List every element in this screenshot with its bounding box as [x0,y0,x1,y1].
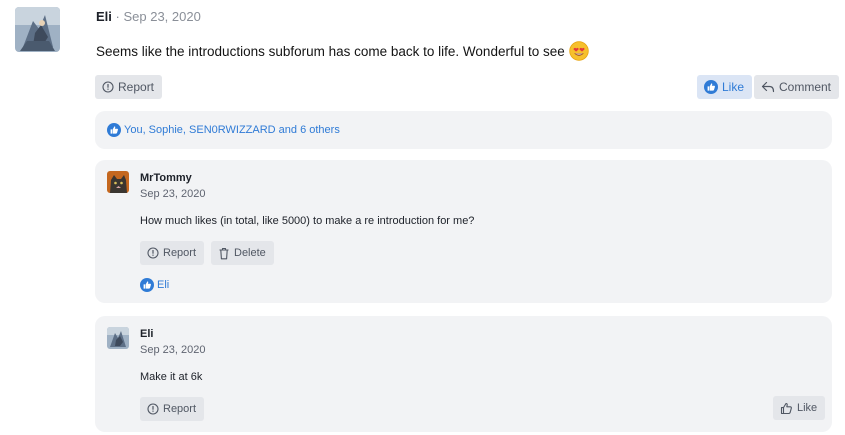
reply-liked-by[interactable]: Eli [157,279,169,291]
like-button[interactable]: Like [697,75,753,99]
report-button[interactable]: Report [95,75,163,99]
meta-separator: · [111,9,124,24]
delete-label: Delete [234,247,266,259]
alert-circle-icon [147,403,159,415]
trash-icon [219,247,229,259]
thumbs-up-outline-icon [780,402,792,414]
reactions-summary[interactable]: You, Sophie, SEN0RWIZZARD and 6 others [95,111,832,149]
reply-report-button[interactable]: Report [140,397,205,421]
reply-text: Make it at 6k [140,371,203,383]
like-label: Like [722,80,745,94]
reply-avatar[interactable] [107,327,129,349]
post-date[interactable]: Sep 23, 2020 [123,9,200,24]
reply-author-name[interactable]: MrTommy [140,172,192,184]
post-body: Seems like the introductions subforum ha… [96,41,589,61]
reply-text: How much likes (in total, like 5000) to … [140,215,475,227]
reply-author-name[interactable]: Eli [140,328,153,340]
reply-avatar[interactable] [107,171,129,193]
reply-report-button[interactable]: Report [140,241,205,265]
reply-card: Eli Sep 23, 2020 Make it at 6k Report Li… [95,316,832,432]
author-name[interactable]: Eli [96,9,112,24]
post-meta: Eli · Sep 23, 2020 [96,9,201,24]
reply-delete-button[interactable]: Delete [211,241,274,265]
report-label: Report [163,247,197,259]
author-avatar[interactable] [15,7,60,52]
reply-reactions[interactable]: Eli [140,278,169,292]
comment-label: Comment [779,80,832,94]
reactions-list[interactable]: You, Sophie, SEN0RWIZZARD and 6 others [124,124,340,136]
comment-button[interactable]: Comment [754,75,840,99]
like-label: Like [797,402,818,414]
thumbs-up-icon [107,123,121,137]
smiling-face-with-heart-eyes-icon [569,41,589,61]
reply-card: MrTommy Sep 23, 2020 How much likes (in … [95,160,832,303]
report-label: Report [163,403,197,415]
thumbs-up-icon [704,80,718,94]
report-label: Report [118,80,155,94]
post-text: Seems like the introductions subforum ha… [96,43,565,59]
alert-circle-icon [102,81,114,93]
reply-like-button[interactable]: Like [773,396,826,420]
alert-circle-icon [147,247,159,259]
reply-date[interactable]: Sep 23, 2020 [140,188,205,200]
thumbs-up-icon [140,278,154,292]
reply-date[interactable]: Sep 23, 2020 [140,344,205,356]
reply-arrow-icon [761,81,775,93]
